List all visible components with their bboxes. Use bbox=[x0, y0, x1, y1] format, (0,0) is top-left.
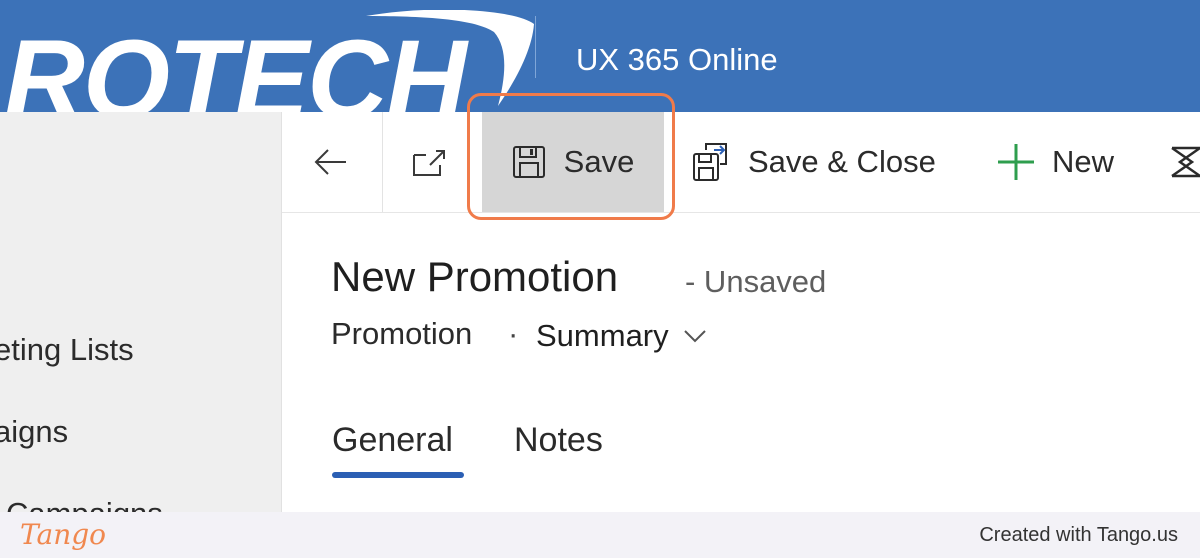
site-map-sidebar: eting Lists aigns Campaigns bbox=[0, 112, 282, 512]
sidebar-item-campaigns[interactable]: aigns bbox=[0, 414, 68, 450]
header-divider bbox=[535, 16, 536, 78]
form-selector-label: Summary bbox=[536, 318, 669, 353]
sidebar-item-marketing-lists[interactable]: eting Lists bbox=[0, 332, 134, 368]
flow-button[interactable] bbox=[1170, 112, 1200, 212]
back-button[interactable] bbox=[312, 112, 352, 212]
entity-name: Promotion bbox=[331, 316, 473, 351]
tango-footer: Tango Created with Tango.us bbox=[0, 512, 1200, 558]
plus-icon bbox=[996, 142, 1036, 182]
new-button[interactable]: New bbox=[996, 112, 1114, 212]
tab-notes[interactable]: Notes bbox=[514, 418, 603, 462]
record-title: New Promotion bbox=[331, 253, 619, 300]
active-tab-indicator bbox=[332, 472, 464, 478]
form-selector[interactable]: Summary bbox=[536, 316, 707, 356]
arrow-left-icon bbox=[312, 147, 348, 177]
save-and-close-button[interactable]: Save & Close bbox=[692, 112, 936, 212]
command-bar: Save Save & Close New bbox=[282, 112, 1200, 213]
save-and-close-label: Save & Close bbox=[748, 144, 936, 179]
command-separator bbox=[382, 112, 383, 212]
chevron-down-icon bbox=[683, 329, 707, 343]
step-highlight-box bbox=[467, 93, 675, 220]
tango-logo: Tango bbox=[20, 518, 107, 551]
app-window: ROTECH UX 365 Online eting Lists aigns C… bbox=[0, 0, 1200, 512]
logo-swoosh-icon bbox=[366, 10, 534, 106]
sidebar-item-quick-campaigns[interactable]: Campaigns bbox=[6, 496, 163, 512]
tango-credit[interactable]: Created with Tango.us bbox=[979, 524, 1178, 547]
app-name[interactable]: UX 365 Online bbox=[576, 40, 778, 80]
open-in-new-window-icon bbox=[410, 147, 450, 177]
company-logo: ROTECH bbox=[0, 10, 546, 120]
breadcrumb-separator: · bbox=[508, 316, 519, 351]
new-label: New bbox=[1052, 144, 1115, 179]
flow-icon bbox=[1170, 144, 1200, 180]
tab-general[interactable]: General bbox=[332, 418, 453, 462]
open-in-new-window-button[interactable] bbox=[410, 112, 454, 212]
unsaved-status: - Unsaved bbox=[685, 264, 827, 299]
save-close-icon bbox=[692, 142, 730, 182]
